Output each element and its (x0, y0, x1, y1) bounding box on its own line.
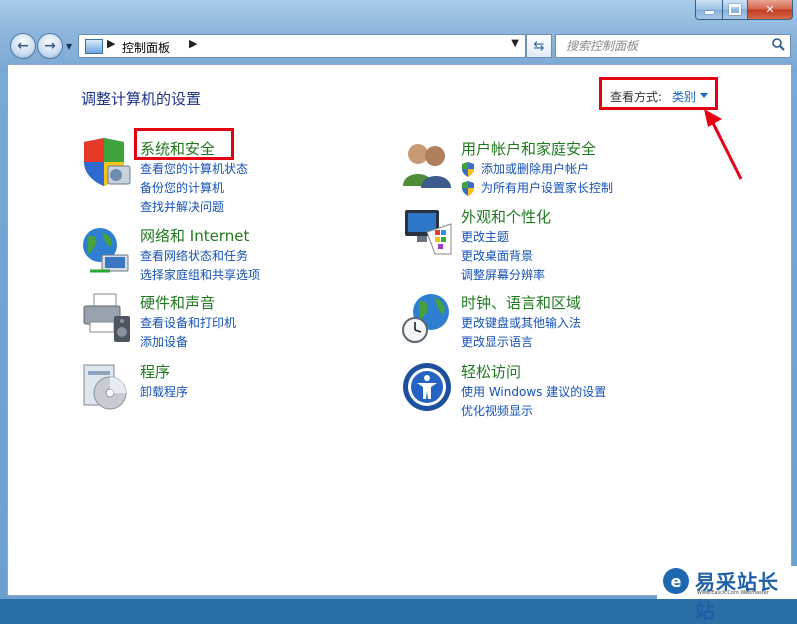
back-button[interactable]: ← (10, 33, 36, 59)
search-box[interactable] (555, 34, 791, 58)
watermark-subtext: Www.Easck.Com Webmaster (697, 590, 769, 596)
category-title-hardware-sound[interactable]: 硬件和声音 (140, 292, 215, 313)
monitor-palette-icon (405, 210, 452, 255)
link-view-computer-status[interactable]: 查看您的计算机状态 (140, 160, 248, 177)
minimize-icon (704, 11, 714, 14)
window-frame: ✕ ← → ▼ ▶ 控制面板 ▶ ▼ ⇆ 调整计算机的设置 查看方式: 类别 (0, 0, 797, 623)
watermark-logo-icon: e (663, 568, 689, 594)
category-title-appearance[interactable]: 外观和个性化 (461, 206, 551, 227)
category-ease-of-access: 轻松访问 使用 Windows 建议的设置 优化视频显示 (401, 361, 701, 421)
link-desktop-background[interactable]: 更改桌面背景 (461, 247, 533, 264)
category-programs: 程序 卸载程序 (80, 361, 340, 421)
link-keyboard-input[interactable]: 更改键盘或其他输入法 (461, 314, 581, 331)
page-title: 调整计算机的设置 (81, 90, 202, 108)
control-panel-icon (85, 39, 103, 54)
category-appearance: 外观和个性化 更改主题 更改桌面背景 调整屏幕分辨率 (401, 206, 701, 286)
link-add-device[interactable]: 添加设备 (140, 333, 188, 350)
caption-buttons: ✕ (695, 0, 793, 20)
link-devices-printers[interactable]: 查看设备和打印机 (140, 314, 236, 331)
search-input[interactable] (564, 38, 768, 54)
category-clock-language: 时钟、语言和区域 更改键盘或其他输入法 更改显示语言 (401, 292, 701, 352)
link-backup-computer[interactable]: 备份您的计算机 (140, 179, 224, 196)
link-uninstall-program[interactable]: 卸载程序 (140, 383, 188, 400)
printer-speaker-icon (83, 293, 130, 342)
users-icon (403, 144, 451, 188)
content-pane: 调整计算机的设置 查看方式: 类别 系统和安全 查看您的计算机状态 备份您的计算… (7, 64, 792, 596)
maximize-icon (729, 4, 741, 15)
annotation-arrow-icon (704, 109, 743, 180)
close-icon: ✕ (765, 3, 775, 16)
close-button[interactable]: ✕ (748, 0, 793, 20)
minimize-button[interactable] (695, 0, 723, 20)
chevron-down-icon[interactable] (700, 93, 708, 98)
forward-arrow-icon: → (44, 38, 56, 54)
forward-button[interactable]: → (37, 33, 63, 59)
category-title-clock-language[interactable]: 时钟、语言和区域 (461, 292, 581, 313)
address-dropdown-icon[interactable]: ▼ (511, 38, 519, 49)
link-homegroup-sharing[interactable]: 选择家庭组和共享选项 (140, 266, 260, 283)
link-network-status[interactable]: 查看网络状态和任务 (140, 247, 248, 264)
link-recommended-settings[interactable]: 使用 Windows 建议的设置 (461, 383, 606, 400)
link-add-remove-accounts[interactable]: 添加或删除用户帐户 (481, 160, 589, 177)
view-by-highlight: 查看方式: 类别 (599, 77, 718, 110)
programs-disc-icon (83, 364, 127, 410)
category-title-network-internet[interactable]: 网络和 Internet (140, 225, 249, 246)
link-screen-resolution[interactable]: 调整屏幕分辨率 (461, 266, 545, 283)
link-troubleshoot[interactable]: 查找并解决问题 (140, 198, 224, 215)
link-display-language[interactable]: 更改显示语言 (461, 333, 533, 350)
category-network-internet: 网络和 Internet 查看网络状态和任务 选择家庭组和共享选项 (80, 225, 340, 285)
category-title-programs[interactable]: 程序 (140, 361, 170, 382)
breadcrumb-separator-icon[interactable]: ▶ (189, 37, 197, 50)
shield-computer-icon (84, 138, 131, 186)
category-hardware-sound: 硬件和声音 查看设备和打印机 添加设备 (80, 292, 340, 352)
search-icon[interactable] (771, 37, 785, 51)
category-title-user-accounts[interactable]: 用户帐户和家庭安全 (461, 138, 596, 159)
navigation-bar: ← → ▼ ▶ 控制面板 ▶ ▼ ⇆ (8, 32, 791, 60)
ease-of-access-icon (403, 363, 451, 411)
address-bar[interactable]: ▶ 控制面板 ▶ ▼ (78, 34, 526, 58)
category-title-system-security[interactable]: 系统和安全 (140, 138, 215, 159)
breadcrumb-control-panel[interactable]: 控制面板 (122, 39, 170, 56)
view-by-dropdown[interactable]: 类别 (672, 88, 696, 105)
recent-pages-dropdown[interactable]: ▼ (66, 42, 72, 51)
clock-globe-icon (402, 294, 449, 343)
uac-shield-icon (462, 181, 474, 196)
link-change-theme[interactable]: 更改主题 (461, 228, 509, 245)
back-arrow-icon: ← (17, 38, 29, 54)
uac-shield-icon (462, 162, 474, 177)
link-optimize-display[interactable]: 优化视频显示 (461, 402, 533, 419)
watermark: e 易采站长站 Www.Easck.Com Webmaster (657, 566, 797, 623)
network-globe-icon (83, 228, 129, 273)
refresh-button[interactable]: ⇆ (526, 34, 552, 58)
breadcrumb-separator-icon[interactable]: ▶ (107, 37, 115, 50)
maximize-button[interactable] (723, 0, 748, 20)
link-parental-controls[interactable]: 为所有用户设置家长控制 (481, 179, 613, 196)
category-title-ease-of-access[interactable]: 轻松访问 (461, 361, 521, 382)
view-by-label: 查看方式: (610, 90, 663, 104)
category-system-security: 系统和安全 查看您的计算机状态 备份您的计算机 查找并解决问题 (80, 138, 340, 218)
refresh-icon: ⇆ (533, 38, 545, 54)
category-user-accounts: 用户帐户和家庭安全 添加或删除用户帐户 为所有用户设置家长控制 (401, 138, 701, 198)
